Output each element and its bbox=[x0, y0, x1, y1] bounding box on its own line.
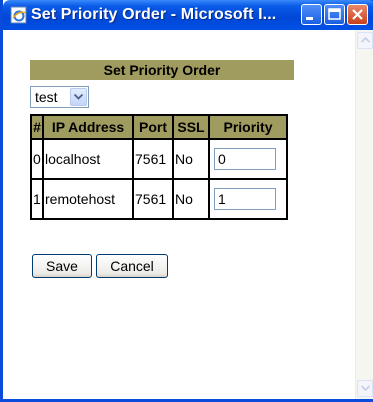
page-title: Set Priority Order bbox=[30, 60, 294, 80]
priority-table: # IP Address Port SSL Priority 0 localho… bbox=[30, 114, 288, 220]
cell-priority bbox=[209, 139, 287, 179]
close-icon bbox=[352, 9, 363, 20]
cancel-button[interactable]: Cancel bbox=[96, 254, 168, 278]
cell-port: 7561 bbox=[133, 179, 173, 219]
minimize-button[interactable] bbox=[301, 4, 322, 25]
ie-page-icon bbox=[10, 6, 28, 24]
cell-port: 7561 bbox=[133, 139, 173, 179]
column-header-priority: Priority bbox=[209, 115, 287, 139]
popup-window: Set Priority Order - Microsoft I... Set … bbox=[0, 0, 373, 402]
column-header-index: # bbox=[31, 115, 43, 139]
cell-ip-address: localhost bbox=[43, 139, 133, 179]
title-bar[interactable]: Set Priority Order - Microsoft I... bbox=[3, 0, 373, 30]
maximize-button[interactable] bbox=[324, 4, 345, 25]
cell-ip-address: remotehost bbox=[43, 179, 133, 219]
table-row: 1 remotehost 7561 No bbox=[31, 179, 287, 219]
dropdown-arrow-icon bbox=[74, 94, 83, 100]
minimize-icon bbox=[306, 17, 313, 20]
window-title: Set Priority Order - Microsoft I... bbox=[31, 6, 277, 23]
scroll-up-icon bbox=[361, 37, 370, 43]
scroll-down-icon bbox=[361, 385, 370, 391]
close-button[interactable] bbox=[347, 4, 368, 25]
priority-input[interactable] bbox=[214, 188, 276, 210]
priority-input[interactable] bbox=[214, 148, 276, 170]
cell-ssl: No bbox=[173, 179, 209, 219]
cell-priority bbox=[209, 179, 287, 219]
cell-ssl: No bbox=[173, 139, 209, 179]
table-header-row: # IP Address Port SSL Priority bbox=[31, 115, 287, 139]
column-header-ip: IP Address bbox=[43, 115, 133, 139]
maximize-icon bbox=[328, 8, 341, 20]
scroll-up-button[interactable] bbox=[357, 32, 373, 49]
column-header-port: Port bbox=[133, 115, 173, 139]
save-button[interactable]: Save bbox=[32, 254, 92, 278]
page-content: Set Priority Order test # IP Address Por… bbox=[6, 30, 355, 399]
table-row: 0 localhost 7561 No bbox=[31, 139, 287, 179]
select-value: test bbox=[35, 89, 58, 105]
scroll-down-button[interactable] bbox=[357, 380, 373, 397]
server-group-select[interactable]: test bbox=[30, 86, 89, 108]
dropdown-button[interactable] bbox=[70, 88, 87, 106]
vertical-scrollbar[interactable] bbox=[355, 30, 373, 399]
cell-index: 1 bbox=[31, 179, 43, 219]
cell-index: 0 bbox=[31, 139, 43, 179]
column-header-ssl: SSL bbox=[173, 115, 209, 139]
